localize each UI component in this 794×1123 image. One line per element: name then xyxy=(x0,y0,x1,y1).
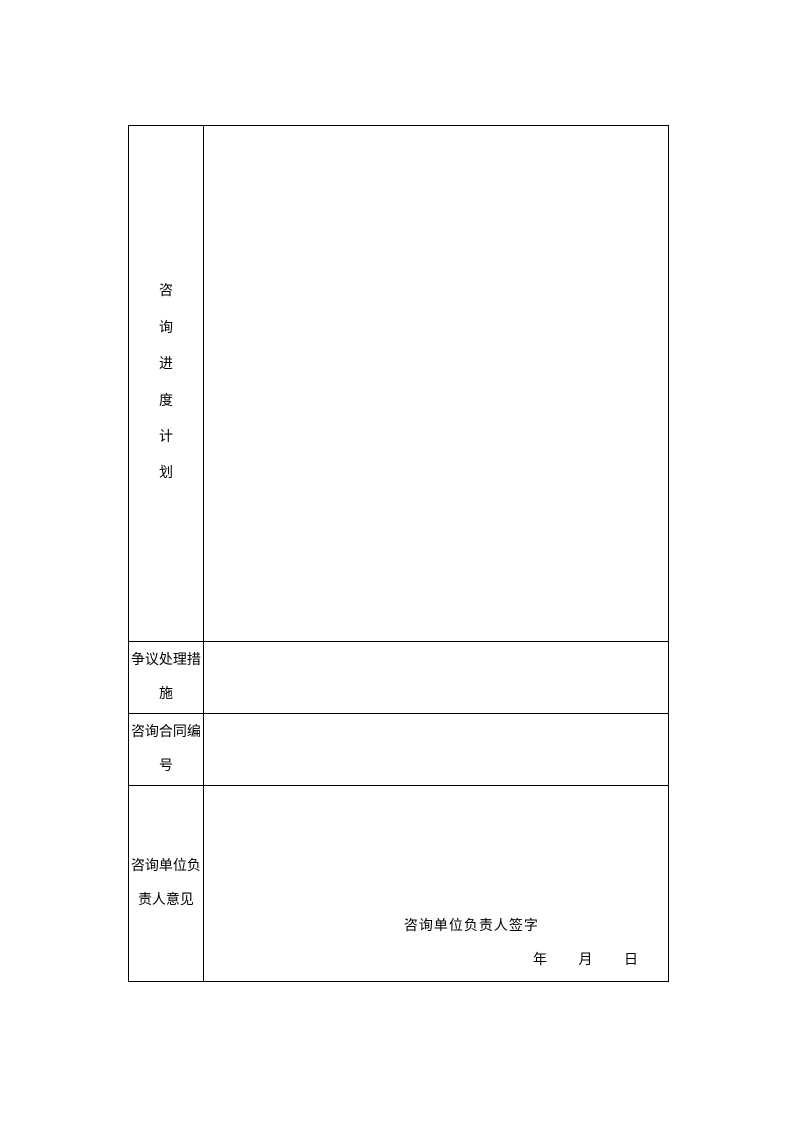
date-year: 年 xyxy=(533,949,549,969)
label-char: 计 xyxy=(129,420,203,456)
label-char: 进 xyxy=(129,347,203,383)
contract-number-content xyxy=(203,714,668,786)
table-row: 咨询合同编号 xyxy=(129,714,669,786)
dispute-measures-content xyxy=(203,642,668,714)
consultation-plan-label: 咨 询 进 度 计 划 xyxy=(129,126,204,642)
date-month: 月 xyxy=(579,949,595,969)
consultation-plan-content xyxy=(203,126,668,642)
date-line: 年 月 日 xyxy=(509,949,640,969)
label-char: 询 xyxy=(129,311,203,347)
unit-opinion-content: 咨询单位负责人签字 年 月 日 xyxy=(203,786,668,982)
table-row: 咨询单位负责人意见 咨询单位负责人签字 年 月 日 xyxy=(129,786,669,982)
label-char: 划 xyxy=(129,456,203,492)
contract-number-label: 咨询合同编号 xyxy=(129,714,204,786)
signature-label: 咨询单位负责人签字 xyxy=(404,915,539,935)
table-row: 咨 询 进 度 计 划 xyxy=(129,126,669,642)
label-char: 度 xyxy=(129,384,203,420)
signature-area: 咨询单位负责人签字 年 月 日 xyxy=(204,786,668,981)
table-row: 争议处理措施 xyxy=(129,642,669,714)
date-day: 日 xyxy=(624,949,640,969)
unit-opinion-label: 咨询单位负责人意见 xyxy=(129,786,204,982)
label-char: 咨 xyxy=(129,274,203,310)
dispute-measures-label: 争议处理措施 xyxy=(129,642,204,714)
form-table: 咨 询 进 度 计 划 争议处理措施 咨询合同编号 咨询单位负责人意见 咨询单位… xyxy=(128,125,669,982)
